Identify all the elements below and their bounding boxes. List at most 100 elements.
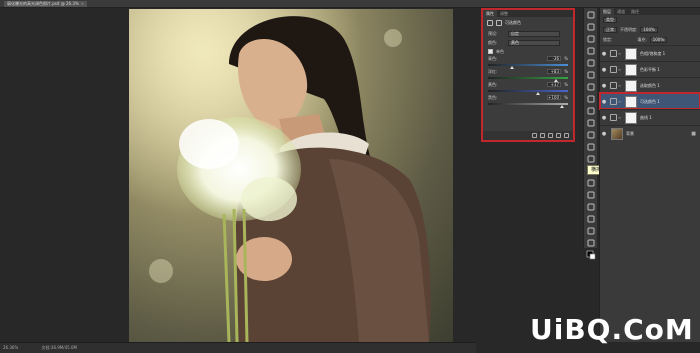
- slider-label: 洋红:: [488, 69, 498, 74]
- visibility-eye-icon[interactable]: ●: [600, 67, 608, 73]
- layer-mask-thumbnail[interactable]: [625, 47, 637, 60]
- document-size: 文档:36.9M/45.0M: [41, 345, 77, 350]
- photo-illustration: [129, 9, 453, 342]
- layer-row[interactable]: ● 背景 ■: [600, 125, 700, 141]
- lasso-icon[interactable]: [586, 34, 596, 44]
- visibility-eye-icon[interactable]: ●: [600, 99, 608, 105]
- colors-select[interactable]: 黄色: [508, 39, 560, 46]
- color-sliders: 青色: -36% 洋红: +83% 黄色: +37% 黑色: +100%: [483, 56, 573, 108]
- properties-footer: [483, 131, 573, 140]
- layer-mask-thumbnail[interactable]: [625, 63, 637, 76]
- document-canvas-image[interactable]: [129, 9, 453, 342]
- adjustment-layer-icon: [610, 98, 617, 105]
- fill-field[interactable]: 100%: [649, 37, 668, 43]
- blur-icon[interactable]: [586, 154, 596, 164]
- opacity-field[interactable]: 100%: [640, 27, 658, 33]
- slider-track[interactable]: [488, 64, 568, 66]
- tab-paths[interactable]: 路径: [628, 8, 642, 15]
- slider-value-field[interactable]: +83: [547, 69, 561, 74]
- color-slider[interactable]: 黄色: +37%: [483, 82, 573, 95]
- view-previous-icon[interactable]: [540, 133, 545, 138]
- move-icon[interactable]: [586, 10, 596, 20]
- clip-to-layer-icon[interactable]: [532, 133, 537, 138]
- layer-row[interactable]: ● ∞ 曲线 1: [600, 109, 700, 125]
- delete-icon[interactable]: [564, 133, 569, 138]
- layer-mask-thumbnail[interactable]: [625, 111, 637, 124]
- reset-icon[interactable]: [548, 133, 553, 138]
- fill-label: 填充:: [637, 37, 647, 42]
- layer-row[interactable]: ● ∞ 色相/饱和度 1: [600, 45, 700, 61]
- properties-tabs: 属性 调整: [483, 10, 573, 17]
- layer-row[interactable]: ● ∞ 可选颜色 1: [599, 92, 700, 110]
- visibility-icon[interactable]: [556, 133, 561, 138]
- path-select-icon[interactable]: [586, 202, 596, 212]
- monochrome-label: 单色: [496, 48, 504, 54]
- bokeh-light: [149, 259, 173, 283]
- gradient-icon[interactable]: [586, 142, 596, 152]
- type-icon[interactable]: [586, 190, 596, 200]
- mask-icon[interactable]: [496, 20, 502, 26]
- adjustment-layer-icon: [610, 114, 617, 121]
- eyedropper-icon[interactable]: [586, 70, 596, 80]
- brush-icon[interactable]: [586, 94, 596, 104]
- tab-channels[interactable]: 通道: [614, 8, 628, 15]
- colors-label: 颜色:: [488, 39, 498, 45]
- slider-track[interactable]: [488, 90, 568, 92]
- layer-filter-select[interactable]: 类型: [603, 17, 617, 23]
- close-icon[interactable]: ×: [81, 1, 84, 6]
- slider-track[interactable]: [488, 103, 568, 105]
- link-icon: ∞: [617, 51, 622, 56]
- tab-adjustments[interactable]: 调整: [497, 10, 511, 17]
- pen-icon[interactable]: [586, 178, 596, 188]
- slider-thumb[interactable]: [560, 105, 564, 108]
- layer-name: 选取颜色 1: [640, 82, 660, 88]
- color-slider[interactable]: 青色: -36%: [483, 56, 573, 69]
- blend-row: 正常 不透明度: 100%: [600, 25, 700, 35]
- preset-label: 预设:: [488, 30, 498, 36]
- document-tab-title: 弱化曝光的高光调色照片.psd @ 26.3%: [7, 1, 79, 6]
- history-brush-icon[interactable]: [586, 118, 596, 128]
- preset-select[interactable]: 自定: [508, 30, 560, 37]
- visibility-eye-icon[interactable]: ●: [600, 115, 608, 121]
- visibility-eye-icon[interactable]: ●: [600, 51, 608, 57]
- eraser-icon[interactable]: [586, 130, 596, 140]
- blend-mode-select[interactable]: 正常: [603, 27, 617, 33]
- zoom-level[interactable]: 26.36%: [3, 345, 18, 350]
- crop-icon[interactable]: [586, 58, 596, 68]
- stamp-icon[interactable]: [586, 106, 596, 116]
- slider-value-field[interactable]: +100: [547, 95, 561, 100]
- document-tab[interactable]: 弱化曝光的高光调色照片.psd @ 26.3% ×: [4, 1, 88, 7]
- quick-select-icon[interactable]: [586, 46, 596, 56]
- slider-value-field[interactable]: -36: [547, 56, 561, 61]
- layer-list: ● ∞ 色相/饱和度 1 ● ∞ 色彩平衡 1 ● ∞ 选取颜色 1 ● ∞ 可选颜色 1 ● ∞ 曲线 1…: [599, 45, 700, 141]
- adjustment-layer-icon: [610, 82, 617, 89]
- shape-icon[interactable]: [586, 214, 596, 224]
- tab-layers[interactable]: 图层: [600, 8, 614, 15]
- layer-mask-thumbnail[interactable]: [625, 95, 637, 108]
- visibility-eye-icon[interactable]: ●: [600, 131, 608, 137]
- color-slider[interactable]: 黑色: +100%: [483, 95, 573, 108]
- slider-value-field[interactable]: +37: [547, 82, 561, 87]
- layer-row[interactable]: ● ∞ 色彩平衡 1: [600, 61, 700, 77]
- link-icon: ∞: [617, 115, 622, 120]
- monochrome-row: 单色: [483, 47, 573, 56]
- opacity-label: 不透明度:: [620, 27, 638, 32]
- percent-label: %: [564, 82, 568, 87]
- adjustment-header: 可选颜色: [483, 17, 573, 29]
- color-slider[interactable]: 洋红: +83%: [483, 69, 573, 82]
- heal-icon[interactable]: [586, 82, 596, 92]
- slider-label: 青色:: [488, 56, 498, 61]
- tab-properties[interactable]: 属性: [483, 10, 497, 17]
- layer-name: 背景: [626, 130, 634, 136]
- visibility-eye-icon[interactable]: ●: [600, 83, 608, 89]
- lock-icon: ■: [691, 130, 696, 137]
- monochrome-checkbox[interactable]: [488, 49, 493, 54]
- link-icon: ∞: [617, 99, 622, 104]
- zoom-icon[interactable]: [586, 238, 596, 248]
- layer-mask-thumbnail[interactable]: [625, 79, 637, 92]
- color-swatches-icon[interactable]: [586, 250, 596, 260]
- preset-row: 预设: 自定: [483, 29, 573, 38]
- marquee-icon[interactable]: [586, 22, 596, 32]
- hand-icon[interactable]: [586, 226, 596, 236]
- layer-row[interactable]: ● ∞ 选取颜色 1: [600, 77, 700, 93]
